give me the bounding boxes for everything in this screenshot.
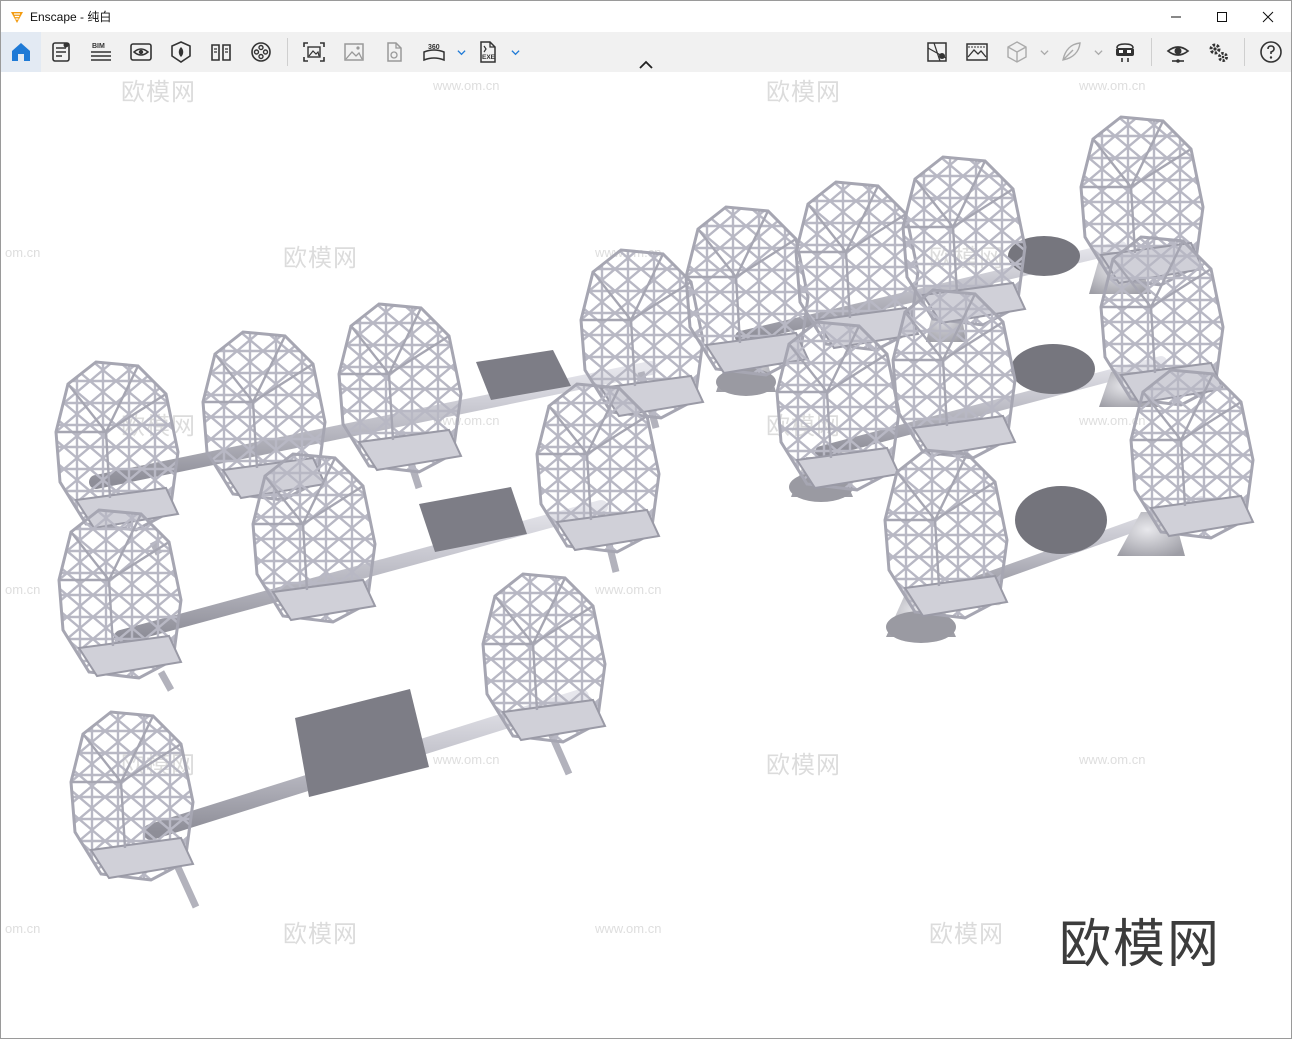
exe-export-button[interactable]: EXE [468, 32, 508, 72]
map-button[interactable] [917, 32, 957, 72]
panorama-360-icon: 360 [423, 44, 445, 62]
view-button[interactable] [121, 32, 161, 72]
chevron-down-icon [456, 49, 466, 55]
feather-icon [1062, 42, 1081, 61]
gears-icon [1209, 43, 1228, 62]
minimize-icon [1171, 16, 1181, 17]
panorama-dropdown[interactable] [454, 32, 468, 72]
bim-icon: BIM [91, 43, 111, 61]
toolbar-separator [1151, 38, 1152, 66]
enscape-logo-icon [11, 11, 23, 23]
panorama-button[interactable]: 360 [414, 32, 454, 72]
maximize-button[interactable] [1199, 1, 1245, 32]
help-button[interactable] [1251, 32, 1291, 72]
render-viewport[interactable]: 欧模网 www.om.cn 欧模网 www.om.cn om.cn 欧模网 ww… [1, 72, 1291, 1038]
chevron-down-icon [1039, 49, 1049, 55]
image-overlay-button[interactable] [957, 32, 997, 72]
feather-button[interactable] [1051, 32, 1091, 72]
maximize-icon [1217, 11, 1227, 22]
toolbar-separator [1244, 38, 1245, 66]
minimize-button[interactable] [1153, 1, 1199, 32]
vr-headset-icon [1116, 43, 1134, 62]
close-button[interactable] [1245, 1, 1291, 32]
video-button[interactable] [241, 32, 281, 72]
chevron-down-icon [510, 49, 520, 55]
image-button[interactable] [334, 32, 374, 72]
cube-dropdown[interactable] [1037, 32, 1051, 72]
video-reel-icon [251, 42, 271, 62]
visibility-icon [1166, 46, 1190, 63]
asset-library-icon [171, 41, 191, 63]
screenshot-button[interactable] [294, 32, 334, 72]
book-button[interactable] [201, 32, 241, 72]
bim-button[interactable]: BIM [81, 32, 121, 72]
map-icon [927, 42, 947, 62]
view-eye-icon [130, 43, 152, 61]
vr-headset-button[interactable] [1105, 32, 1145, 72]
settings-sheet-button[interactable] [41, 32, 81, 72]
home-button[interactable] [1, 32, 41, 72]
exe-export-icon: EXE [480, 41, 496, 63]
help-icon [1260, 41, 1282, 63]
book-icon [211, 44, 231, 61]
home-icon [12, 43, 30, 61]
toolbar-separator [287, 38, 288, 66]
cube-icon [1007, 41, 1027, 63]
brand-logo-text: 欧模网 [1059, 915, 1222, 975]
window-title: Enscape - 纯白 [30, 10, 112, 24]
chevron-up-icon [639, 60, 653, 69]
image-icon [344, 43, 364, 61]
export-dropdown[interactable] [508, 32, 522, 72]
visibility-button[interactable] [1158, 32, 1198, 72]
close-icon [1262, 11, 1274, 22]
screenshot-icon [303, 42, 325, 62]
collapse-toolbar-button[interactable] [637, 58, 655, 72]
feather-dropdown[interactable] [1091, 32, 1105, 72]
settings-button[interactable] [1198, 32, 1238, 72]
svg-text:EXE: EXE [482, 54, 496, 61]
chevron-down-icon [1093, 49, 1103, 55]
cube-button[interactable] [997, 32, 1037, 72]
render-file-button[interactable] [374, 32, 414, 72]
render-file-icon [387, 42, 402, 62]
svg-text:BIM: BIM [92, 43, 105, 50]
image-overlay-icon [966, 43, 988, 61]
3d-scene [54, 115, 1255, 909]
title-bar: Enscape - 纯白 [1, 1, 1291, 32]
asset-library-button[interactable] [161, 32, 201, 72]
settings-sheet-icon [52, 42, 70, 62]
